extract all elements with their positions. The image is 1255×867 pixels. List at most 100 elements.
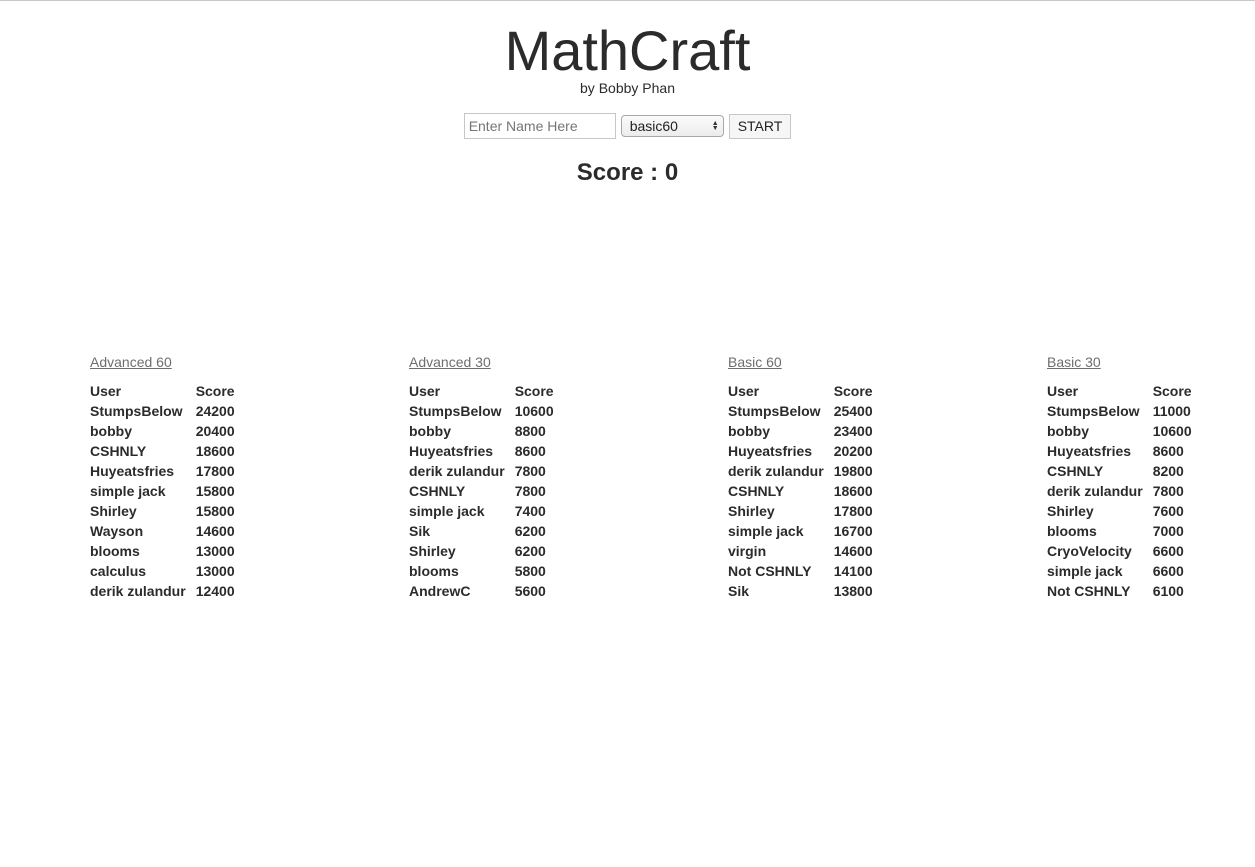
table-row: Shirley 17800 xyxy=(728,501,873,521)
score-cell: 6600 xyxy=(1152,563,1184,579)
user-cell: CryoVelocity xyxy=(1047,543,1132,559)
user-cell: Huyeatsfries xyxy=(409,443,494,459)
leaderboard-title-link[interactable]: Basic 30 xyxy=(1047,353,1192,371)
table-row: Huyeatsfries 17800 xyxy=(90,461,235,481)
table-row: blooms 7000 xyxy=(1047,521,1192,541)
user-cell: Not CSHNLY xyxy=(728,563,812,579)
table-row: simple jack 15800 xyxy=(90,481,235,501)
score-cell: 14100 xyxy=(833,563,873,579)
table-row: Shirley 7600 xyxy=(1047,501,1192,521)
table-row: derik zulandur 12400 xyxy=(90,581,235,601)
score-cell: 20400 xyxy=(195,423,235,439)
user-cell: virgin xyxy=(728,543,767,559)
user-cell: Shirley xyxy=(90,503,137,519)
table-row: Wayson 14600 xyxy=(90,521,235,541)
app-title: MathCraft xyxy=(504,19,751,82)
user-cell: derik zulandur xyxy=(90,583,186,599)
score-cell: 13000 xyxy=(195,563,235,579)
score-cell: 8800 xyxy=(514,423,546,439)
user-cell: StumpsBelow xyxy=(1047,403,1140,419)
user-cell: Shirley xyxy=(409,543,456,559)
score-cell: 16700 xyxy=(833,523,873,539)
score-cell: 12400 xyxy=(195,583,235,599)
leaderboard-basic-30: Basic 30 User Score StumpsBelow 11000 bobby 10… xyxy=(1047,353,1192,601)
table-row: AndrewC 5600 xyxy=(409,581,554,601)
score-cell: 25400 xyxy=(833,403,873,419)
column-header-user: User xyxy=(90,383,122,399)
user-cell: StumpsBelow xyxy=(728,403,821,419)
table-row: Not CSHNLY 14100 xyxy=(728,561,873,581)
user-cell: Huyeatsfries xyxy=(728,443,813,459)
score-cell: 17800 xyxy=(195,463,235,479)
table-row: simple jack 6600 xyxy=(1047,561,1192,581)
score-cell: 18600 xyxy=(833,483,873,499)
table-row: Not CSHNLY 6100 xyxy=(1047,581,1192,601)
table-row: StumpsBelow 10600 xyxy=(409,401,554,421)
table-row: StumpsBelow 25400 xyxy=(728,401,873,421)
user-cell: bobby xyxy=(728,423,770,439)
user-cell: Sik xyxy=(728,583,750,599)
table-row: Huyeatsfries 8600 xyxy=(1047,441,1192,461)
table-row: simple jack 16700 xyxy=(728,521,873,541)
table-row: Huyeatsfries 8600 xyxy=(409,441,554,461)
user-cell: calculus xyxy=(90,563,147,579)
column-header-score: Score xyxy=(1152,383,1192,399)
score-cell: 7000 xyxy=(1152,523,1184,539)
table-row: CSHNLY 7800 xyxy=(409,481,554,501)
user-cell: derik zulandur xyxy=(409,463,505,479)
column-header-user: User xyxy=(1047,383,1079,399)
table-row: derik zulandur 7800 xyxy=(1047,481,1192,501)
table-row: StumpsBelow 24200 xyxy=(90,401,235,421)
table-row: Sik 6200 xyxy=(409,521,554,541)
table-row: StumpsBelow 11000 xyxy=(1047,401,1192,421)
score-cell: 13000 xyxy=(195,543,235,559)
user-cell: Huyeatsfries xyxy=(90,463,175,479)
user-cell: Huyeatsfries xyxy=(1047,443,1132,459)
mode-select[interactable]: basic60 ▲ ▼ xyxy=(620,115,724,137)
score-cell: 20200 xyxy=(833,443,873,459)
table-row: blooms 5800 xyxy=(409,561,554,581)
leaderboard-advanced-30: Advanced 30 User Score StumpsBelow 10600 bobb… xyxy=(409,353,554,601)
score-cell: 17800 xyxy=(833,503,873,519)
table-row: blooms 13000 xyxy=(90,541,235,561)
table-row: Sik 13800 xyxy=(728,581,873,601)
select-arrows-icon: ▲ ▼ xyxy=(711,120,719,132)
user-cell: simple jack xyxy=(728,523,804,539)
score-cell: 23400 xyxy=(833,423,873,439)
user-cell: bobby xyxy=(90,423,132,439)
user-cell: StumpsBelow xyxy=(90,403,183,419)
score-cell: 8200 xyxy=(1152,463,1184,479)
score-cell: 13800 xyxy=(833,583,873,599)
leaderboard-title-link[interactable]: Advanced 60 xyxy=(90,353,235,371)
start-button[interactable]: START xyxy=(728,113,792,139)
leaderboard-table: User Score StumpsBelow 11000 bobby 10600 Huyea… xyxy=(1047,381,1192,601)
table-row: bobby 20400 xyxy=(90,421,235,441)
score-cell: 5800 xyxy=(514,563,546,579)
user-cell: simple jack xyxy=(1047,563,1123,579)
score-cell: 7600 xyxy=(1152,503,1184,519)
leaderboard-title-link[interactable]: Advanced 30 xyxy=(409,353,554,371)
table-row: bobby 8800 xyxy=(409,421,554,441)
table-row: bobby 10600 xyxy=(1047,421,1192,441)
user-cell: Shirley xyxy=(728,503,775,519)
user-cell: derik zulandur xyxy=(1047,483,1143,499)
author-subtitle: by Bobby Phan xyxy=(580,80,675,96)
table-row: bobby 23400 xyxy=(728,421,873,441)
score-cell: 19800 xyxy=(833,463,873,479)
name-input[interactable] xyxy=(463,113,616,139)
table-row: Shirley 6200 xyxy=(409,541,554,561)
column-header-score: Score xyxy=(195,383,235,399)
user-cell: simple jack xyxy=(409,503,485,519)
table-row: CryoVelocity 6600 xyxy=(1047,541,1192,561)
table-row: Shirley 15800 xyxy=(90,501,235,521)
table-row: CSHNLY 18600 xyxy=(90,441,235,461)
score-cell: 7800 xyxy=(514,463,546,479)
leaderboard-title-link[interactable]: Basic 60 xyxy=(728,353,873,371)
column-header-user: User xyxy=(409,383,441,399)
score-cell: 14600 xyxy=(195,523,235,539)
table-header-row: User Score xyxy=(1047,381,1192,401)
game-controls: basic60 ▲▼ START xyxy=(0,113,1255,139)
score-cell: 6200 xyxy=(514,523,546,539)
score-cell: 18600 xyxy=(195,443,235,459)
score-cell: 15800 xyxy=(195,483,235,499)
